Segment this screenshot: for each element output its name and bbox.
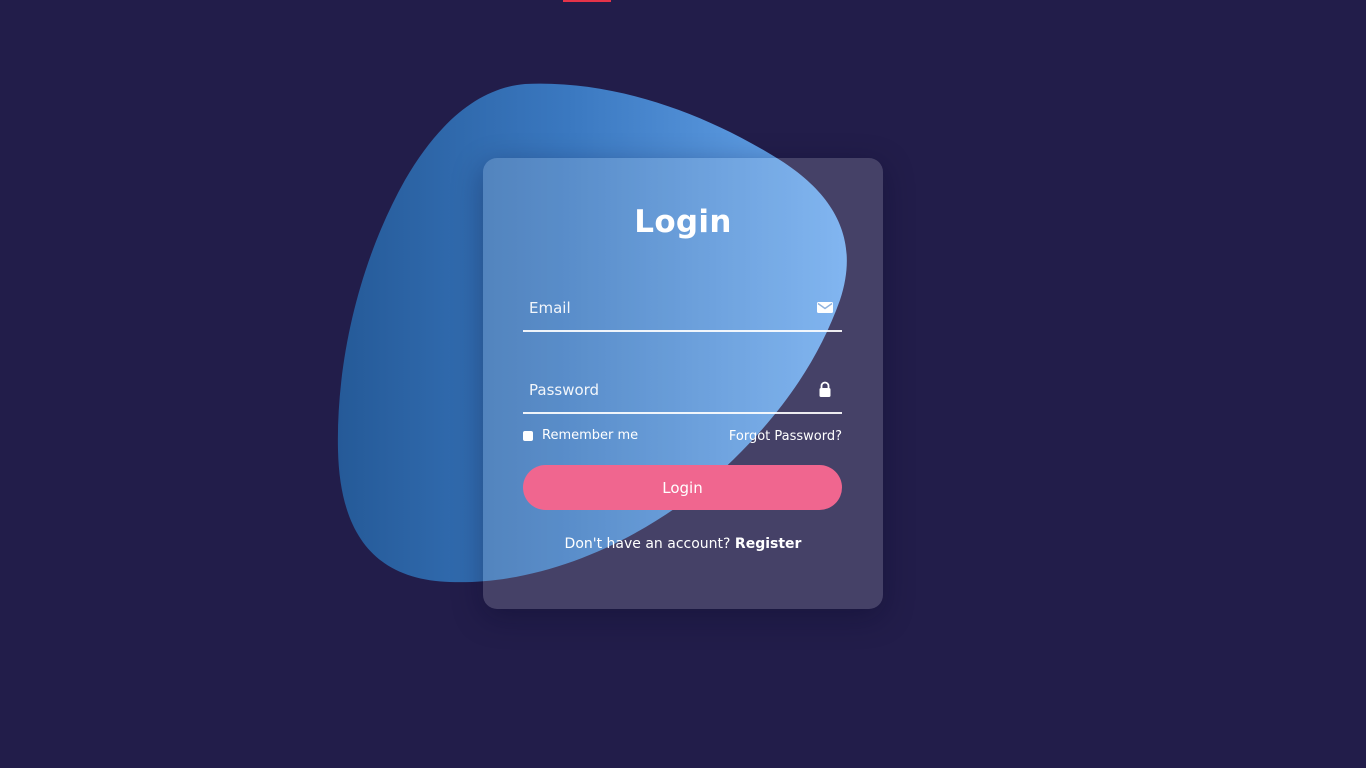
password-field-container bbox=[523, 368, 842, 414]
page: Login Remember me Forgot Password? Login… bbox=[0, 0, 1366, 768]
email-field-container bbox=[523, 286, 842, 332]
lock-icon bbox=[819, 381, 831, 397]
remember-me[interactable]: Remember me bbox=[523, 428, 638, 443]
envelope-icon bbox=[817, 302, 833, 313]
email-input[interactable] bbox=[527, 294, 801, 322]
remember-me-checkbox[interactable] bbox=[523, 430, 533, 441]
forgot-password-link[interactable]: Forgot Password? bbox=[729, 429, 842, 444]
no-account-text: Don't have an account? bbox=[564, 536, 731, 552]
login-title: Login bbox=[634, 204, 732, 240]
login-options-row: Remember me Forgot Password? bbox=[523, 428, 842, 448]
login-button[interactable]: Login bbox=[523, 465, 842, 510]
register-link[interactable]: Register bbox=[735, 536, 802, 552]
remember-me-label: Remember me bbox=[542, 428, 639, 443]
password-input[interactable] bbox=[527, 376, 801, 404]
register-prompt: Don't have an account? Register bbox=[483, 536, 883, 552]
